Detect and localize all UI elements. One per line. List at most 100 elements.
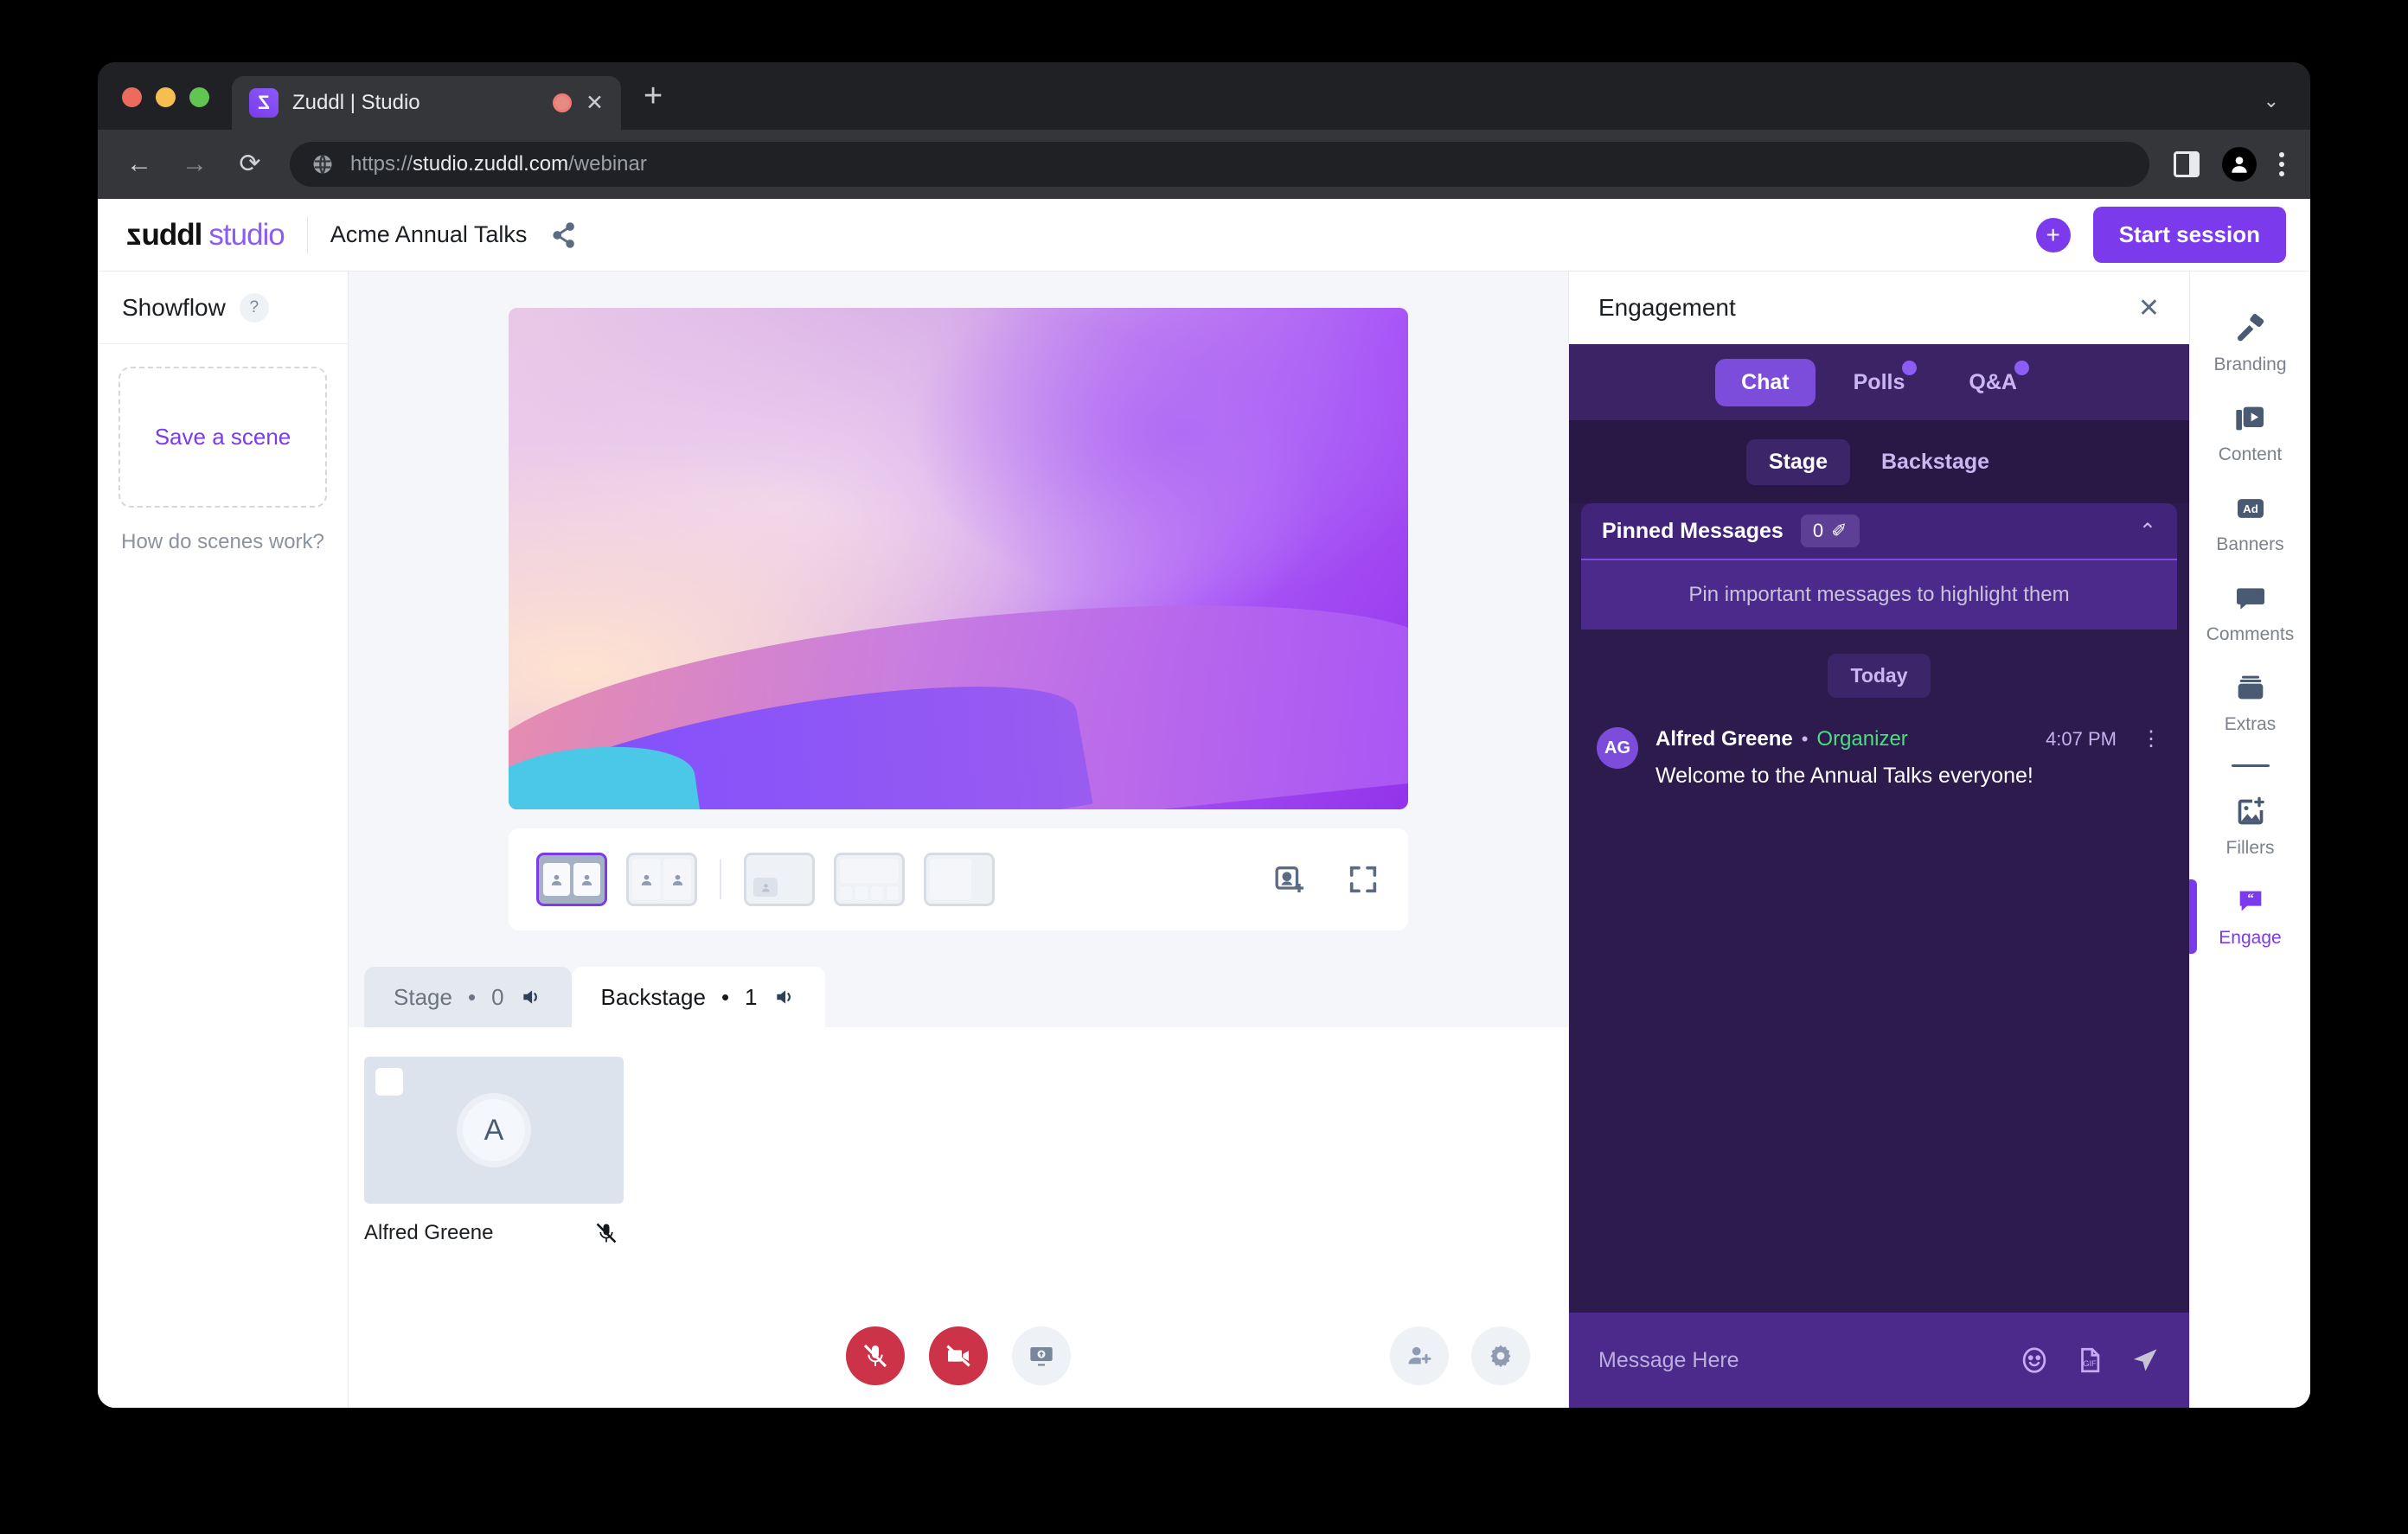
camera-toggle-button[interactable] bbox=[929, 1326, 988, 1385]
speaker-icon[interactable] bbox=[520, 986, 542, 1008]
close-window-button[interactable] bbox=[122, 87, 142, 107]
rail-item-comments[interactable]: Comments bbox=[2190, 571, 2311, 655]
zuddl-studio-app: zuddl studio Acme Annual Talks + Start s… bbox=[98, 199, 2310, 1408]
participant-tile[interactable]: A Alfred Greene bbox=[364, 1057, 624, 1245]
add-button[interactable]: + bbox=[2035, 217, 2071, 252]
chat-message[interactable]: AG Alfred Greene • Organizer 4:07 PM ⋮ W… bbox=[1569, 698, 2189, 789]
send-icon[interactable] bbox=[2130, 1345, 2160, 1375]
tab-title: Zuddl | Studio bbox=[292, 91, 420, 114]
tab-chat[interactable]: Chat bbox=[1715, 358, 1816, 406]
engagement-tabs: Chat Polls Q&A bbox=[1569, 344, 2189, 420]
gear-icon bbox=[1490, 1345, 1511, 1368]
rail-label-branding: Branding bbox=[2213, 355, 2287, 374]
profile-avatar[interactable] bbox=[2222, 147, 2257, 182]
share-screen-button[interactable] bbox=[1012, 1326, 1071, 1385]
pinned-messages-header[interactable]: Pinned Messages 0 ✐ ⌃ bbox=[1581, 503, 2177, 559]
desktop-background: Z Zuddl | Studio ✕ + ⌄ ← → ⟳ https://stu… bbox=[0, 0, 2408, 1534]
rail-item-engage[interactable]: “ Engage bbox=[2188, 874, 2311, 959]
rail-item-fillers[interactable]: Fillers bbox=[2190, 784, 2311, 869]
browser-window: Z Zuddl | Studio ✕ + ⌄ ← → ⟳ https://stu… bbox=[98, 62, 2310, 1408]
chat-message-menu-icon[interactable]: ⋮ bbox=[2141, 728, 2163, 750]
tab-qa[interactable]: Q&A bbox=[1943, 359, 2043, 406]
rail-divider bbox=[2231, 764, 2270, 767]
invite-people-button[interactable] bbox=[1390, 1326, 1449, 1385]
rail-item-branding[interactable]: Branding bbox=[2190, 301, 2311, 386]
tab-backstage[interactable]: Backstage • 1 bbox=[571, 967, 825, 1027]
layout-option-two-up-large[interactable] bbox=[536, 853, 607, 906]
rail-label-content: Content bbox=[2218, 444, 2283, 464]
stage-gradient-glow bbox=[913, 308, 1408, 609]
chat-composer: Message Here GIF bbox=[1569, 1313, 2189, 1408]
app-body: Showflow ? Save a scene How do scenes wo… bbox=[98, 272, 2310, 1408]
layout-cell bbox=[543, 863, 570, 896]
how-scenes-work-link[interactable]: How do scenes work? bbox=[98, 530, 348, 554]
help-icon[interactable]: ? bbox=[239, 292, 269, 323]
stage-preview[interactable] bbox=[509, 308, 1408, 809]
engagement-header: Engagement ✕ bbox=[1569, 272, 2189, 344]
window-traffic-lights bbox=[122, 87, 232, 130]
rail-item-content[interactable]: Content bbox=[2190, 391, 2311, 476]
browser-toolbar: ← → ⟳ https://studio.zuddl.com/webinar bbox=[98, 130, 2310, 199]
svg-text:Ad: Ad bbox=[2243, 502, 2258, 515]
layout-option-screenshare-pip[interactable] bbox=[744, 853, 815, 906]
tab-stage[interactable]: Stage • 0 bbox=[364, 967, 572, 1027]
browser-tab[interactable]: Z Zuddl | Studio ✕ bbox=[232, 76, 621, 130]
message-input[interactable]: Message Here bbox=[1598, 1348, 1994, 1373]
reload-icon[interactable]: ⟳ bbox=[234, 151, 266, 177]
chat-author: Alfred Greene bbox=[1656, 727, 1793, 751]
layout-option-screenshare-strip-bottom[interactable] bbox=[834, 853, 905, 906]
chat-message-header: Alfred Greene • Organizer 4:07 PM ⋮ bbox=[1656, 727, 2163, 751]
chevron-down-icon[interactable]: ⌄ bbox=[2264, 90, 2279, 112]
browser-menu-icon[interactable] bbox=[2279, 152, 2284, 176]
rail-item-banners[interactable]: Ad Banners bbox=[2190, 481, 2311, 566]
settings-button[interactable] bbox=[1471, 1326, 1530, 1385]
chat-scope-backstage[interactable]: Backstage bbox=[1859, 439, 2012, 485]
url-path: /webinar bbox=[568, 152, 647, 176]
rail-item-extras[interactable]: Extras bbox=[2190, 661, 2311, 745]
mic-toggle-button[interactable] bbox=[846, 1326, 905, 1385]
speaker-icon[interactable] bbox=[773, 986, 796, 1008]
chat-message-list[interactable]: Today AG Alfred Greene • Organizer 4:07 … bbox=[1569, 630, 2189, 1313]
pin-icon: ✐ bbox=[1831, 520, 1848, 541]
pinned-messages-title: Pinned Messages bbox=[1602, 518, 1784, 543]
layout-option-screenshare-strip-right[interactable] bbox=[924, 853, 995, 906]
gif-icon[interactable]: GIF bbox=[2075, 1345, 2104, 1375]
tab-polls[interactable]: Polls bbox=[1828, 359, 1931, 406]
save-scene-button[interactable]: Save a scene bbox=[118, 367, 327, 508]
qa-notification-dot bbox=[2014, 360, 2029, 375]
maximize-window-button[interactable] bbox=[189, 87, 209, 107]
forward-icon[interactable]: → bbox=[179, 151, 210, 177]
new-tab-button[interactable]: + bbox=[621, 80, 663, 130]
fullscreen-icon[interactable] bbox=[1346, 862, 1380, 897]
layout-cell bbox=[573, 863, 600, 896]
person-icon bbox=[641, 874, 651, 885]
person-icon bbox=[672, 874, 682, 885]
back-icon[interactable]: ← bbox=[124, 151, 155, 177]
close-icon[interactable]: ✕ bbox=[2138, 293, 2160, 323]
chevron-up-icon[interactable]: ⌃ bbox=[2139, 519, 2156, 544]
chat-author-role: Organizer bbox=[1816, 727, 1908, 751]
tab-close-icon[interactable]: ✕ bbox=[586, 92, 604, 114]
layout-cell bbox=[753, 878, 778, 897]
rail-label-extras: Extras bbox=[2224, 714, 2277, 734]
layout-option-two-column[interactable] bbox=[626, 853, 697, 906]
minimize-window-button[interactable] bbox=[156, 87, 176, 107]
chat-message-text: Welcome to the Annual Talks everyone! bbox=[1656, 764, 2033, 788]
add-person-to-stage-icon[interactable] bbox=[1273, 862, 1308, 897]
media-controls-center bbox=[349, 1326, 1568, 1385]
emoji-icon[interactable] bbox=[2020, 1345, 2049, 1375]
polls-notification-dot bbox=[1902, 360, 1918, 375]
quote-bubble-icon: “ bbox=[2239, 891, 2261, 911]
tab-stage-label: Stage bbox=[394, 983, 452, 1010]
share-icon[interactable] bbox=[549, 221, 579, 250]
chat-scope-stage[interactable]: Stage bbox=[1745, 438, 1850, 485]
start-session-button[interactable]: Start session bbox=[2092, 207, 2286, 263]
chat-day-label: Today bbox=[1828, 654, 1931, 698]
svg-text:“: “ bbox=[2247, 892, 2254, 906]
add-person-icon bbox=[1408, 1346, 1431, 1365]
mic-muted-icon bbox=[596, 1223, 617, 1243]
side-panel-icon[interactable] bbox=[2174, 151, 2200, 177]
video-library-icon bbox=[2235, 406, 2264, 431]
participant-select-checkbox[interactable] bbox=[375, 1068, 403, 1096]
address-bar[interactable]: https://studio.zuddl.com/webinar bbox=[290, 142, 2149, 187]
